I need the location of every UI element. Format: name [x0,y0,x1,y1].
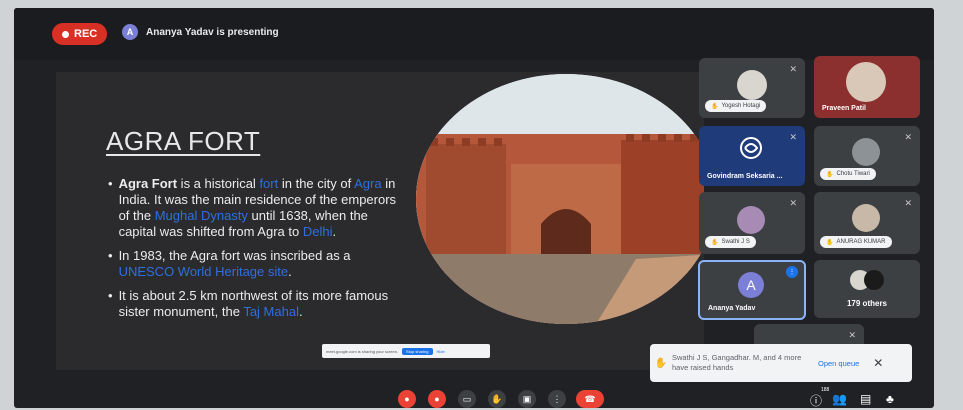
participant-avatar: A [738,272,764,298]
chat-icon[interactable]: ▤ [860,392,871,406]
slide-bullets: • Agra Fort is a historical fort in the … [108,176,408,328]
hand-raised-icon: ✋ [826,239,834,246]
bullet-text: . [298,304,303,319]
participant-avatar [864,270,884,290]
presentation-slide: AGRA FORT • Agra Fort is a historical fo… [56,72,704,370]
participant-name: Ananya Yadav [708,305,756,312]
record-dot-icon [62,30,69,38]
hide-share-bar-button[interactable]: Hide [437,349,445,354]
slide-title: AGRA FORT [106,126,261,156]
bullet-3: • It is about 2.5 km northwest of its mo… [108,288,408,320]
mughal-dynasty-link[interactable]: Mughal Dynasty [155,208,248,223]
mic-off-icon: ✕ [848,330,856,340]
mic-off-icon: ✕ [904,198,912,208]
mic-off-icon: ✕ [789,64,797,74]
participant-tile-chotu[interactable]: ✕ ✋ Chotu Tiwari [814,126,920,186]
bullet-text: in the city of [278,176,355,191]
participant-count: 188 [821,387,830,393]
participant-name-chip: ✋ ANURAG KUMAR [820,236,892,248]
rec-label: REC [74,28,98,40]
participant-tile-praveen[interactable]: Praveen Patil [814,56,920,118]
participant-name: ANURAG KUMAR [836,239,886,245]
meet-window: REC A Ananya Yadav is presenting AGRA FO… [14,8,934,408]
end-call-button[interactable]: ☎ [576,390,604,408]
stop-sharing-button[interactable]: Stop sharing [402,347,433,355]
participant-tile-swathi[interactable]: ✕ ✋ Swathi J S [699,192,805,254]
fort-image [416,74,704,324]
mic-off-button[interactable]: ● [398,390,416,408]
hand-raised-icon: ✋ [711,103,719,110]
mic-off-icon: ✕ [789,198,797,208]
logo-icon [740,137,762,159]
delhi-link[interactable]: Delhi [303,224,333,239]
participant-name-chip: ✋ Swathi J S [705,236,756,248]
raised-hands-notification: ✋ Swathi J S, Gangadhar. M, and 4 more h… [650,344,912,382]
participant-tile-others[interactable]: 179 others [814,260,920,318]
participant-avatar [737,206,765,234]
bullet-dot-icon: • [108,248,113,263]
participant-tile-ananya[interactable]: A ⋮ Ananya Yadav [698,260,806,320]
participant-name: Chotu Tiwari [836,171,870,177]
mic-off-icon: ✕ [789,132,797,142]
bullet-text: In 1983, the Agra fort was inscribed as … [118,248,351,263]
presenter-indicator: A Ananya Yadav is presenting [122,24,279,40]
screen-share-bar: meet.google.com is sharing your screen. … [322,344,490,358]
presenter-avatar: A [122,24,138,40]
activities-icon[interactable]: ♣ [886,392,894,406]
presenter-text: Ananya Yadav is presenting [146,26,279,38]
fort-photo [416,74,704,324]
unesco-link[interactable]: UNESCO World Heritage site [119,264,289,279]
participant-video [846,62,886,102]
top-bar: REC A Ananya Yadav is presenting [14,8,934,60]
hand-raised-icon: ✋ [654,357,668,369]
bullet-text: . [288,264,292,279]
agra-link[interactable]: Agra [354,176,381,191]
bullet-text: is a historical [177,176,260,191]
participant-avatar [737,70,767,100]
recording-badge: REC [52,23,108,45]
participant-name: Swathi J S [721,239,750,245]
participant-tile-yogesh[interactable]: ✕ ✋ Yogesh Hotagi [699,58,805,118]
more-options-icon[interactable]: ⋮ [548,390,566,408]
captions-icon[interactable]: ▭ [458,390,476,408]
participant-name-chip: ✋ Yogesh Hotagi [705,100,767,112]
fort-link[interactable]: fort [259,176,278,191]
open-queue-button[interactable]: Open queue [818,359,859,368]
bullet-dot-icon: • [108,176,113,191]
speaking-indicator-icon: ⋮ [786,266,798,278]
camera-off-button[interactable]: ● [428,390,446,408]
participant-avatar [852,138,880,166]
bullet-dot-icon: • [108,288,113,303]
bullet-text: . [332,224,337,239]
close-icon[interactable]: ✕ [873,356,883,370]
participant-name: Praveen Patil [822,105,866,112]
others-count: 179 others [846,299,888,308]
mic-off-icon: ✕ [904,132,912,142]
hand-raised-icon: ✋ [826,171,834,178]
participant-name: Yogesh Hotagi [721,103,761,109]
people-icon[interactable]: 👥 [832,392,847,406]
taj-mahal-link[interactable]: Taj Mahal [243,304,299,319]
hand-raised-icon: ✋ [711,239,719,246]
participant-tile-anurag[interactable]: ✕ ✋ ANURAG KUMAR [814,192,920,254]
bullet-2: • In 1983, the Agra fort was inscribed a… [108,248,408,280]
info-icon[interactable]: ⓘ [810,392,822,408]
bullet-text: Agra Fort [118,176,178,191]
participant-name: Govindram Seksaria ... [707,173,783,180]
toast-text: Swathi J S, Gangadhar. M, and 4 more hav… [672,353,802,372]
bottom-controls-bar: ● ● ▭ ✋ ▣ ⋮ ☎ ⓘ 188 👥 ▤ ♣ [14,386,934,408]
bullet-1: • Agra Fort is a historical fort in the … [108,176,408,240]
present-screen-icon[interactable]: ▣ [518,390,536,408]
share-bar-text: meet.google.com is sharing your screen. [326,348,399,354]
participant-name-chip: ✋ Chotu Tiwari [820,168,876,180]
raise-hand-icon[interactable]: ✋ [488,390,506,408]
participant-tile-govindram[interactable]: ✕ Govindram Seksaria ... [699,126,805,186]
participant-avatar [852,204,880,232]
